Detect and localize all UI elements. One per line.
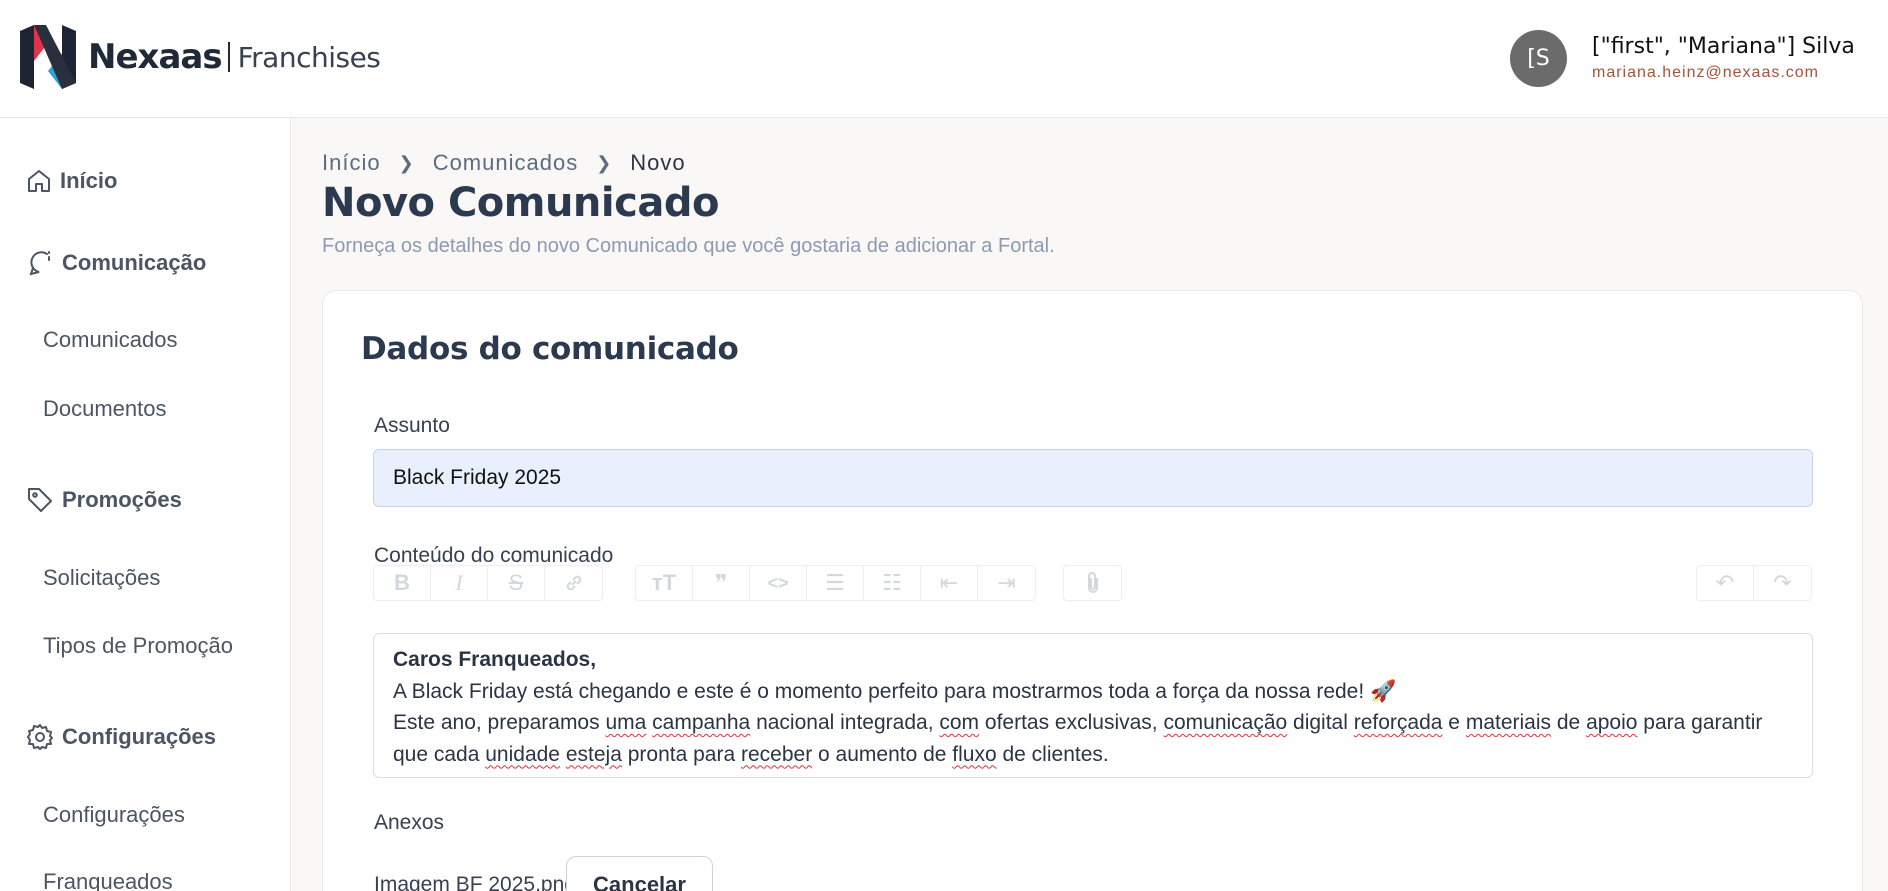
sidebar-item-solicitacoes[interactable]: Solicitações [43,565,160,591]
heading-icon[interactable]: ᴛT [636,566,693,600]
user-email: mariana.heinz@nexaas.com [1592,64,1820,81]
page-description: Forneça os detalhes do novo Comunicado q… [322,235,1055,257]
brand-divider [227,42,230,72]
sidebar-item-promocoes[interactable]: Promoções [26,486,182,514]
breadcrumb-inicio[interactable]: Início [322,150,381,176]
italic-icon[interactable]: I [431,566,488,600]
outdent-icon[interactable]: ⇤ [921,566,978,600]
gear-icon [27,724,53,750]
history-group: ↶ ↷ [1696,565,1812,601]
user-name[interactable]: ["first", "Mariana"] Silva [1592,34,1855,59]
card-title: Dados do comunicado [361,331,739,367]
chevron-right-icon: ❯ [398,152,415,173]
form-card: Dados do comunicado Assunto Conteúdo do … [322,290,1863,891]
sidebar-item-franqueados[interactable]: Franqueados [43,869,173,891]
sidebar-item-comunicados[interactable]: Comunicados [43,327,178,353]
sidebar-item-configuracoes[interactable]: Configurações [43,802,185,828]
brand-product: Franchises [237,40,381,74]
subject-label: Assunto [374,414,450,437]
editor-greeting: Caros Franqueados, [393,648,597,671]
sidebar-item-label: Comunicação [62,250,207,275]
page-title: Novo Comunicado [322,180,719,226]
sidebar-item-tipos-de-promocao[interactable]: Tipos de Promoção [43,633,233,659]
bold-icon[interactable]: B [374,566,431,600]
breadcrumb-current: Novo [630,150,686,175]
chevron-right-icon: ❯ [596,152,613,173]
main-content: Início ❯ Comunicados ❯ Novo Novo Comunic… [292,118,1888,891]
indent-icon[interactable]: ⇥ [978,566,1035,600]
paperclip-icon[interactable] [1064,566,1121,600]
bullet-list-icon[interactable]: ☰ [807,566,864,600]
sidebar-item-inicio[interactable]: Início [26,168,117,194]
editor-paragraph-2: Este ano, preparamos uma campanha nacion… [393,711,1763,766]
text-format-group: B I S [373,565,603,601]
nexaas-logo-icon [20,25,76,89]
breadcrumb: Início ❯ Comunicados ❯ Novo [322,150,686,176]
code-icon[interactable]: <> [750,566,807,600]
cancel-button[interactable]: Cancelar [566,856,713,891]
sidebar-item-label: Início [60,168,118,193]
sidebar-item-comunicacao[interactable]: Comunicação [26,249,206,277]
undo-icon[interactable]: ↶ [1697,566,1754,600]
brand-name: Nexaas [88,37,223,77]
sidebar-item-label: Configurações [62,724,217,749]
editor-toolbar: B I S ᴛT ❞ <> ☰ ☷ ⇤ ⇥ ↶ ↷ [373,565,1813,601]
attach-group [1063,565,1122,601]
attachment-name: Imagem BF 2025.png [374,873,576,891]
content-editor[interactable]: Caros Franqueados, A Black Friday está c… [373,633,1813,778]
top-bar: Nexaas Franchises [S ["first", "Mariana"… [0,0,1888,118]
sidebar-item-label: Promoções [62,487,182,512]
sidebar-item-configuracoes-section[interactable]: Configurações [26,723,216,751]
block-format-group: ᴛT ❞ <> ☰ ☷ ⇤ ⇥ [635,565,1036,601]
redo-icon[interactable]: ↷ [1754,566,1811,600]
home-icon [28,170,50,192]
brand-logo[interactable]: Nexaas Franchises [18,25,381,89]
numbered-list-icon[interactable]: ☷ [864,566,921,600]
editor-paragraph-1: A Black Friday está chegando e este é o … [393,679,1397,703]
strikethrough-icon[interactable]: S [488,566,545,600]
link-icon[interactable] [545,566,602,600]
attachments-label: Anexos [374,811,445,834]
sidebar: Início Comunicação Comunicados Documento… [0,118,291,891]
sidebar-item-documentos[interactable]: Documentos [43,396,167,422]
chat-icon [29,251,50,276]
avatar[interactable]: [S [1510,30,1567,87]
breadcrumb-comunicados[interactable]: Comunicados [433,150,579,176]
quote-icon[interactable]: ❞ [693,566,750,600]
subject-input[interactable] [373,449,1813,507]
tag-icon [28,488,52,512]
